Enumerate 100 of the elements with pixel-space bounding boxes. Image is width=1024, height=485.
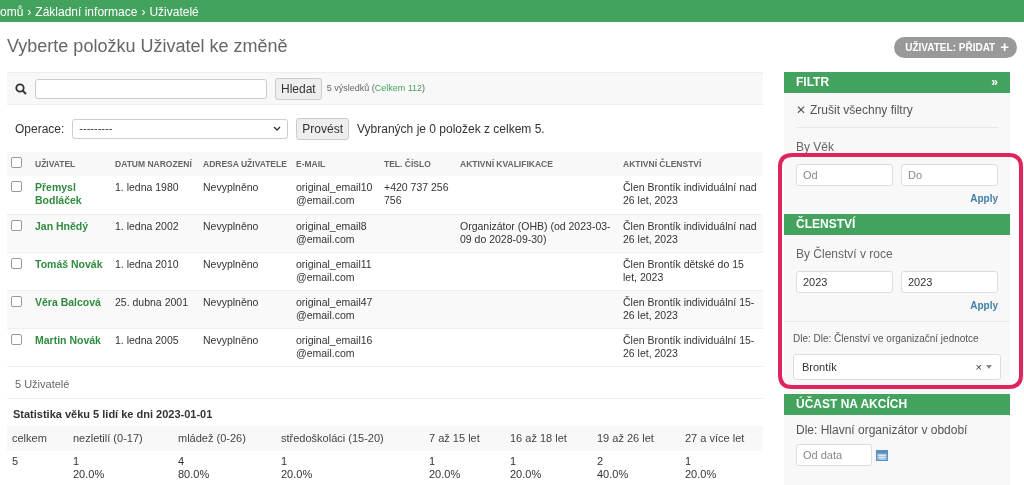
stats-percent: 40.0% — [597, 467, 630, 481]
section-title: ÚČAST NA AKCÍCH — [796, 397, 908, 411]
stats-header: 19 až 26 let — [597, 431, 654, 444]
stats-header: 7 až 15 let — [429, 431, 480, 444]
table-cell: original_email8 @email.com — [296, 219, 367, 245]
clear-filters-link[interactable]: ✕ Zrušit všechny filtry — [796, 93, 998, 128]
stats-percent: 20.0% — [429, 467, 462, 481]
filter-field[interactable]: Do — [901, 164, 998, 186]
breadcrumb-link[interactable]: Základní informace — [35, 3, 138, 21]
search-icon — [15, 82, 27, 95]
user-link[interactable]: Martin Novák — [35, 333, 107, 347]
user-link[interactable]: Přemysl Bodláček — [35, 181, 107, 207]
table-cell: Člen Brontík individuální nad 26 let, 2023 — [623, 181, 757, 206]
stats-count: 1 — [685, 454, 693, 468]
stats-count: 1 — [429, 454, 437, 468]
stats-count: 2 — [597, 454, 605, 468]
filter-label: By Věk — [796, 140, 835, 154]
stats-header: mládež (0-26) — [178, 431, 246, 444]
caret-icon — [986, 365, 992, 369]
action-label: Operace: — [15, 120, 65, 138]
stats-count: 1 — [281, 454, 289, 468]
column-header[interactable]: AKTIVNÍ KVALIFIKACE — [456, 152, 619, 176]
stats-count: 5 — [12, 454, 20, 468]
filter-select[interactable]: Brontík × — [793, 354, 1001, 380]
breadcrumb-separator: › — [27, 4, 32, 21]
stats-percent: 20.0% — [685, 467, 718, 481]
stats-percent: 80.0% — [178, 467, 211, 481]
table-cell: Člen Brontík individuální nad 26 let, 2023 — [623, 219, 757, 245]
calendar-icon[interactable] — [876, 449, 888, 461]
table-cell: Člen Brontík individuální 15-26 let, 2023 — [623, 295, 755, 321]
action-select[interactable]: --------- — [72, 118, 289, 139]
apply-link[interactable]: Apply — [970, 300, 998, 311]
filter-title: FILTR — [796, 75, 830, 90]
column-header[interactable]: ADRESA UŽIVATELE — [199, 152, 292, 176]
checkbox[interactable] — [11, 219, 22, 231]
checkbox[interactable] — [11, 156, 22, 168]
checkbox[interactable] — [11, 257, 22, 269]
table-cell: 1. ledna 2010 — [115, 257, 179, 270]
breadcrumb-link[interactable]: omů — [0, 3, 24, 21]
stats-header: nezletilí (0-17) — [73, 431, 143, 444]
table-cell: Nevyplněno — [203, 219, 259, 232]
user-link[interactable]: Jan Hnědý — [35, 219, 107, 233]
checkbox[interactable] — [11, 181, 22, 192]
stats-header: 27 a více let — [685, 431, 745, 444]
search-field[interactable] — [35, 78, 267, 99]
stats-header: celkem — [12, 431, 47, 444]
table-cell: Člen Brontík dětské do 15 let, 2023 — [623, 257, 744, 283]
selection-counter: Vybraných je 0 položek z celkem 5. — [357, 120, 545, 138]
breadcrumb-separator: › — [141, 4, 146, 21]
run-button[interactable]: Provést — [296, 117, 350, 140]
filter-label: Dle: Hlavní organizátor v období — [796, 423, 969, 437]
search-button[interactable]: Hledat — [275, 77, 322, 100]
table-cell: 25. dubna 2001 — [115, 295, 188, 308]
column-header[interactable]: E-MAIL — [292, 152, 380, 176]
table-cell: 1. ledna 2002 — [115, 219, 179, 232]
column-header[interactable]: AKTIVNÍ ČLENSTVÍ — [619, 152, 763, 176]
close-icon: ✕ — [796, 103, 806, 117]
page-title: Vyberte položku Uživatel ke změně — [7, 36, 288, 58]
table-cell: Nevyplněno — [203, 181, 259, 193]
clear-icon[interactable]: × — [975, 360, 982, 374]
checkbox[interactable] — [11, 295, 22, 307]
table-cell: original_email47 @email.com — [296, 295, 373, 321]
table-cell: Nevyplněno — [203, 257, 259, 270]
table-cell: +420 737 256 756 — [384, 181, 449, 206]
filter-field[interactable]: 2023 — [901, 271, 998, 293]
table-cell: original_email16 @email.com — [296, 333, 373, 359]
stats-percent: 20.0% — [281, 467, 314, 481]
user-link[interactable]: Tomáš Novák — [35, 257, 107, 271]
table-cell: Nevyplněno — [203, 295, 259, 308]
plus-icon: + — [1000, 42, 1009, 52]
stats-header: středoškoláci (15-20) — [281, 431, 384, 444]
result-count: 5 výsledků (Celkem 112) — [326, 81, 426, 95]
table-cell: Člen Brontík individuální 15-26 let, 2023 — [623, 333, 755, 359]
apply-link[interactable]: Apply — [970, 193, 998, 204]
column-header[interactable]: DATUM NAROZENÍ — [111, 152, 199, 176]
stats-percent: 20.0% — [510, 467, 543, 481]
stats-count: 1 — [510, 454, 518, 468]
filter-label: Dle: Dle: Členství ve organizační jednotce — [793, 332, 980, 346]
section-title: ČLENSTVÍ — [796, 217, 856, 231]
table-cell: Organizátor (OHB) (od 2023-03-09 do 2028-09-30) — [460, 219, 611, 245]
table-cell: 1. ledna 1980 — [115, 181, 179, 193]
filter-field[interactable]: 2023 — [796, 271, 893, 293]
stats-percent: 20.0% — [73, 467, 106, 481]
user-link[interactable]: Věra Balcová — [35, 295, 107, 309]
stats-header: 16 až 18 let — [510, 431, 567, 444]
column-header[interactable]: TEL. ČÍSLO — [380, 152, 456, 176]
caret-icon — [273, 126, 282, 131]
add-user-button[interactable]: UŽIVATEL: PŘIDAT + — [894, 36, 1017, 58]
table-cell: Nevyplněno — [203, 333, 259, 346]
stats-count: 4 — [178, 454, 186, 468]
table-cell: original_email11 @email.com — [296, 257, 372, 283]
stats-title: Statistika věku 5 lidí ke dni 2023-01-01 — [13, 407, 213, 420]
collapse-toggle[interactable]: » — [991, 75, 998, 90]
checkbox[interactable] — [11, 333, 22, 345]
filter-field[interactable]: Od — [796, 164, 893, 186]
date-field[interactable]: Od data — [796, 444, 872, 466]
breadcrumb-current: Uživatelé — [149, 4, 199, 21]
stats-count: 1 — [73, 454, 81, 468]
column-header[interactable]: UŽIVATEL — [31, 152, 111, 176]
table-cell: 1. ledna 2005 — [115, 333, 179, 346]
